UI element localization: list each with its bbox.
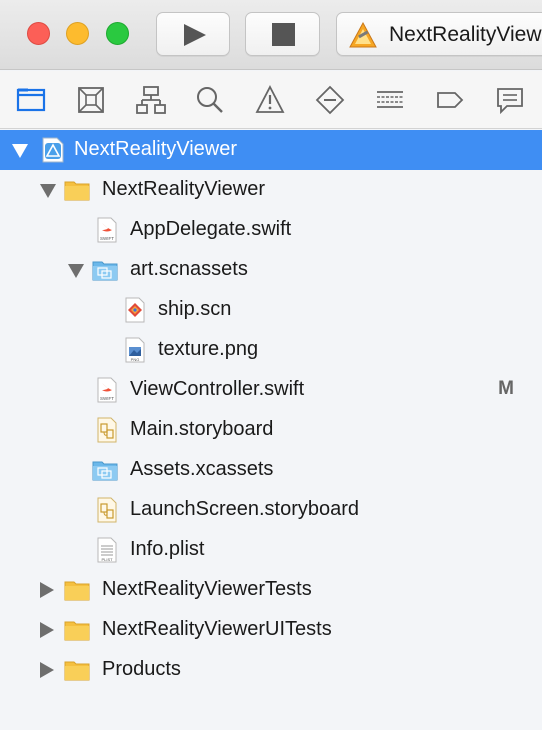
file-name: ViewController.swift xyxy=(130,378,305,400)
scheme-selector[interactable]: NextRealityViewer xyxy=(336,12,542,56)
storyboard-file-icon xyxy=(97,497,117,523)
svg-text:PLIST: PLIST xyxy=(101,557,113,562)
swift-file-icon: SWIFT xyxy=(97,377,117,403)
tree-row-launch-storyboard[interactable]: LaunchScreen.storyboard xyxy=(0,490,542,530)
project-name: NextRealityViewer xyxy=(74,138,238,160)
folder-icon xyxy=(16,88,46,112)
folder-icon xyxy=(64,581,90,601)
svg-text:SWIFT: SWIFT xyxy=(100,236,114,241)
xcode-app-icon xyxy=(349,22,377,48)
tree-row-group-main[interactable]: NextRealityViewer xyxy=(0,170,542,210)
storyboard-file-icon xyxy=(97,417,117,443)
group-name: NextRealityViewer xyxy=(102,178,266,200)
folder-name: Assets.xcassets xyxy=(130,458,274,480)
find-navigator-tab[interactable] xyxy=(195,85,225,115)
report-icon xyxy=(497,88,523,115)
tree-row-products[interactable]: Products xyxy=(0,650,542,690)
file-name: Main.storyboard xyxy=(130,418,274,440)
tree-row-info-plist[interactable]: PLIST Info.plist xyxy=(0,530,542,570)
search-icon xyxy=(197,87,223,113)
debug-list-icon xyxy=(377,91,403,108)
plist-file-icon: PLIST xyxy=(97,537,117,563)
play-icon xyxy=(184,24,206,46)
disclosure-expanded-icon[interactable] xyxy=(40,182,56,198)
svg-text:SWIFT: SWIFT xyxy=(100,396,114,401)
report-navigator-tab[interactable] xyxy=(495,85,525,115)
warning-icon xyxy=(255,85,285,113)
project-navigator-tree: NextRealityViewer NextRealityViewer SWIF… xyxy=(0,130,542,730)
test-diamond-icon xyxy=(315,85,345,115)
hierarchy-icon xyxy=(136,86,166,114)
folder-icon xyxy=(64,621,90,641)
source-control-modified-badge: M xyxy=(498,378,514,399)
tree-row-art-scnassets[interactable]: art.scnassets xyxy=(0,250,542,290)
breakpoint-navigator-tab[interactable] xyxy=(435,85,465,115)
image-file-icon: PNG xyxy=(125,337,145,363)
folder-name: art.scnassets xyxy=(130,258,248,280)
test-navigator-tab[interactable] xyxy=(315,85,345,115)
tree-row-ship[interactable]: ship.scn xyxy=(0,290,542,330)
project-navigator-tab[interactable] xyxy=(16,85,46,115)
disclosure-expanded-icon[interactable] xyxy=(12,142,28,158)
file-name: AppDelegate.swift xyxy=(130,218,292,240)
folder-icon xyxy=(64,661,90,681)
tree-row-texture[interactable]: PNG texture.png xyxy=(0,330,542,370)
minimize-window-button[interactable] xyxy=(66,22,89,45)
disclosure-collapsed-icon[interactable] xyxy=(40,662,56,678)
svg-text:PNG: PNG xyxy=(131,357,140,362)
file-name: ship.scn xyxy=(158,298,232,320)
symbol-navigator-tab[interactable] xyxy=(136,85,166,115)
tree-row-main-storyboard[interactable]: Main.storyboard xyxy=(0,410,542,450)
debug-navigator-tab[interactable] xyxy=(375,85,405,115)
stop-icon xyxy=(272,23,295,46)
window-toolbar: NextRealityViewer xyxy=(0,0,542,70)
source-control-navigator-tab[interactable] xyxy=(76,85,106,115)
tree-row-ui-tests[interactable]: NextRealityViewerUITests xyxy=(0,610,542,650)
run-button[interactable] xyxy=(156,12,230,56)
close-window-button[interactable] xyxy=(27,22,50,45)
blue-folder-icon xyxy=(92,261,118,281)
source-control-icon xyxy=(78,87,104,113)
breakpoint-icon xyxy=(437,92,464,108)
folder-icon xyxy=(64,181,90,201)
disclosure-collapsed-icon[interactable] xyxy=(40,622,56,638)
tree-row-tests[interactable]: NextRealityViewerTests xyxy=(0,570,542,610)
swift-file-icon: SWIFT xyxy=(97,217,117,243)
scheme-label: NextRealityViewer xyxy=(389,23,542,46)
stop-button[interactable] xyxy=(245,12,320,56)
blue-folder-icon xyxy=(92,461,118,481)
navigator-selector-bar xyxy=(0,71,542,129)
zoom-window-button[interactable] xyxy=(106,22,129,45)
scene-file-icon xyxy=(125,297,145,323)
tree-row-assets[interactable]: Assets.xcassets xyxy=(0,450,542,490)
group-name: NextRealityViewerTests xyxy=(102,578,312,600)
file-name: Info.plist xyxy=(130,538,205,560)
xcode-project-icon xyxy=(42,137,64,163)
tree-row-app-delegate[interactable]: SWIFT AppDelegate.swift xyxy=(0,210,542,250)
tree-row-project[interactable]: NextRealityViewer xyxy=(0,130,542,170)
file-name: texture.png xyxy=(158,338,259,360)
issue-navigator-tab[interactable] xyxy=(255,85,285,115)
tree-row-view-controller[interactable]: SWIFT ViewController.swift M xyxy=(0,370,542,410)
file-name: LaunchScreen.storyboard xyxy=(130,498,360,520)
disclosure-collapsed-icon[interactable] xyxy=(40,582,56,598)
group-name: Products xyxy=(102,658,181,680)
group-name: NextRealityViewerUITests xyxy=(102,618,332,640)
disclosure-expanded-icon[interactable] xyxy=(68,262,84,278)
